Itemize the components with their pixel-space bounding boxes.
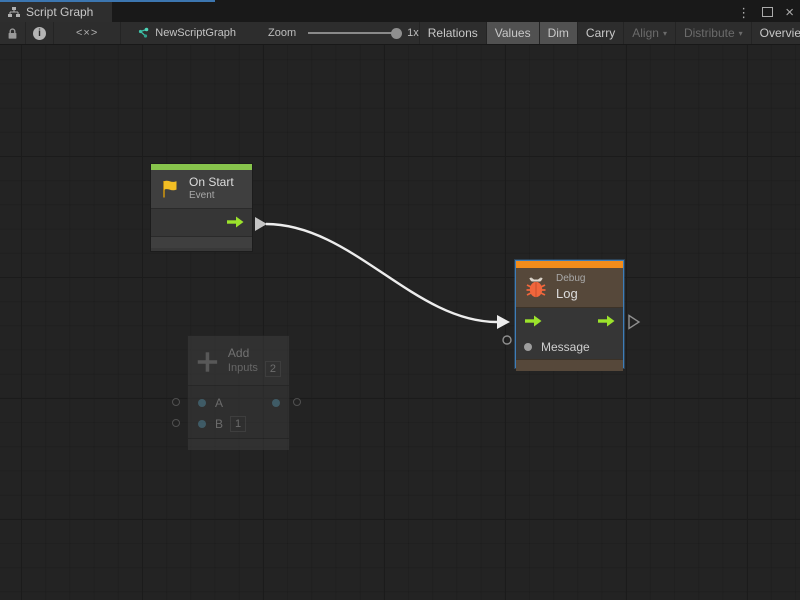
toolbar-toggles: Relations Values Dim Carry Align ▾ Distr…	[419, 22, 800, 44]
graph-asset-name: NewScriptGraph	[155, 27, 236, 39]
debug-message-row: Message	[516, 335, 623, 359]
add-row-a: A	[188, 392, 289, 413]
maximize-icon[interactable]	[762, 7, 773, 17]
b-label: B	[215, 417, 223, 431]
a-label: A	[215, 396, 223, 410]
debug-accent-bar	[516, 261, 623, 268]
on-start-title: On Start	[189, 175, 234, 190]
carry-label: Carry	[586, 26, 615, 40]
zoom-slider-knob[interactable]	[391, 28, 402, 39]
add-node[interactable]: Add Inputs 2 A B	[187, 335, 290, 447]
bug-icon	[524, 274, 548, 300]
distribute-dropdown[interactable]: Distribute ▾	[676, 22, 752, 44]
on-start-subtitle: Event	[189, 190, 234, 203]
graph-toolbar: i <×> NewScriptGraph Zoom 1x Relations	[0, 22, 800, 45]
zoom-slider[interactable]	[308, 32, 398, 34]
trigger-out-arrow-icon[interactable]	[597, 315, 615, 327]
info-button[interactable]: i	[26, 22, 54, 44]
align-dropdown[interactable]: Align ▾	[624, 22, 676, 44]
sum-out-port-dot[interactable]	[272, 399, 280, 407]
close-icon[interactable]: ×	[785, 5, 794, 20]
edit-source-button[interactable]: <×>	[54, 22, 121, 44]
code-icon: <×>	[76, 27, 98, 39]
a-in-port-dot[interactable]	[198, 399, 206, 407]
tab-label: Script Graph	[26, 5, 93, 19]
zoom-control: Zoom 1x	[268, 22, 419, 44]
dim-label: Dim	[548, 26, 569, 40]
chevron-down-icon: ▾	[739, 29, 743, 38]
distribute-label: Distribute	[684, 26, 735, 40]
add-inputs-count-field[interactable]: 2	[265, 361, 281, 377]
carry-toggle[interactable]: Carry	[578, 22, 624, 44]
window-controls: ⋮ ×	[737, 2, 794, 22]
b-value-field[interactable]: 1	[230, 416, 246, 432]
on-start-header: On Start Event	[151, 170, 252, 209]
debug-log-node[interactable]: Debug Log Message	[515, 260, 624, 368]
debug-body: Message	[516, 308, 623, 359]
debug-title: Log	[556, 286, 585, 302]
b-port-marker[interactable]	[172, 419, 180, 427]
graph-asset[interactable]: NewScriptGraph	[121, 22, 246, 44]
relations-label: Relations	[428, 26, 478, 40]
on-start-out-port-marker[interactable]	[255, 217, 267, 231]
align-label: Align	[632, 26, 659, 40]
debug-message-port-marker[interactable]	[503, 336, 511, 344]
overview-button[interactable]: Overview	[752, 22, 800, 44]
graph-canvas[interactable]: On Start Event	[0, 45, 800, 600]
info-icon: i	[33, 27, 46, 40]
message-label: Message	[541, 340, 590, 354]
on-start-node[interactable]: On Start Event	[150, 163, 253, 252]
sum-port-marker[interactable]	[293, 398, 301, 406]
chevron-down-icon: ▾	[663, 29, 667, 38]
connection-layer	[0, 45, 800, 600]
message-port-dot[interactable]	[524, 343, 532, 351]
on-start-body	[151, 209, 252, 236]
debug-out-port-marker[interactable]	[629, 316, 639, 329]
zoom-label: Zoom	[268, 27, 296, 39]
trigger-out-arrow-icon[interactable]	[226, 216, 244, 228]
graph-hierarchy-icon	[8, 7, 20, 18]
a-port-marker[interactable]	[172, 398, 180, 406]
wire-arrowhead-icon	[497, 315, 510, 329]
add-title: Add	[228, 346, 281, 361]
add-body: A B 1	[188, 386, 289, 438]
relations-toggle[interactable]: Relations	[419, 22, 487, 44]
trigger-in-arrow-icon[interactable]	[524, 315, 542, 327]
overview-label: Overview	[760, 26, 800, 40]
add-header: Add Inputs 2	[188, 336, 289, 386]
control-wire[interactable]	[266, 224, 497, 322]
debug-header: Debug Log	[516, 268, 623, 308]
add-subtitle: Inputs	[228, 362, 258, 376]
debug-trigger-row	[516, 308, 623, 335]
dim-toggle[interactable]: Dim	[540, 22, 578, 44]
title-bar: Script Graph ⋮ ×	[0, 0, 800, 22]
lock-icon	[7, 27, 18, 40]
tab-script-graph[interactable]: Script Graph	[0, 2, 112, 22]
window-menu-icon[interactable]: ⋮	[737, 6, 750, 19]
flag-icon	[159, 178, 181, 200]
script-graph-window: Script Graph ⋮ × i <×>	[0, 0, 800, 600]
on-start-footer	[151, 236, 252, 248]
plus-icon	[196, 349, 219, 375]
on-start-trigger-row	[151, 209, 252, 236]
zoom-value: 1x	[407, 27, 419, 39]
b-in-port-dot[interactable]	[198, 420, 206, 428]
lock-button[interactable]	[0, 22, 26, 44]
add-node-group: Add Inputs 2 A B	[166, 335, 308, 451]
debug-subtitle: Debug	[556, 273, 585, 286]
add-row-b: B 1	[188, 413, 289, 434]
values-toggle[interactable]: Values	[487, 22, 540, 44]
add-footer	[188, 438, 289, 450]
script-graph-asset-icon	[137, 27, 149, 39]
debug-footer	[516, 359, 623, 371]
values-label: Values	[495, 26, 531, 40]
